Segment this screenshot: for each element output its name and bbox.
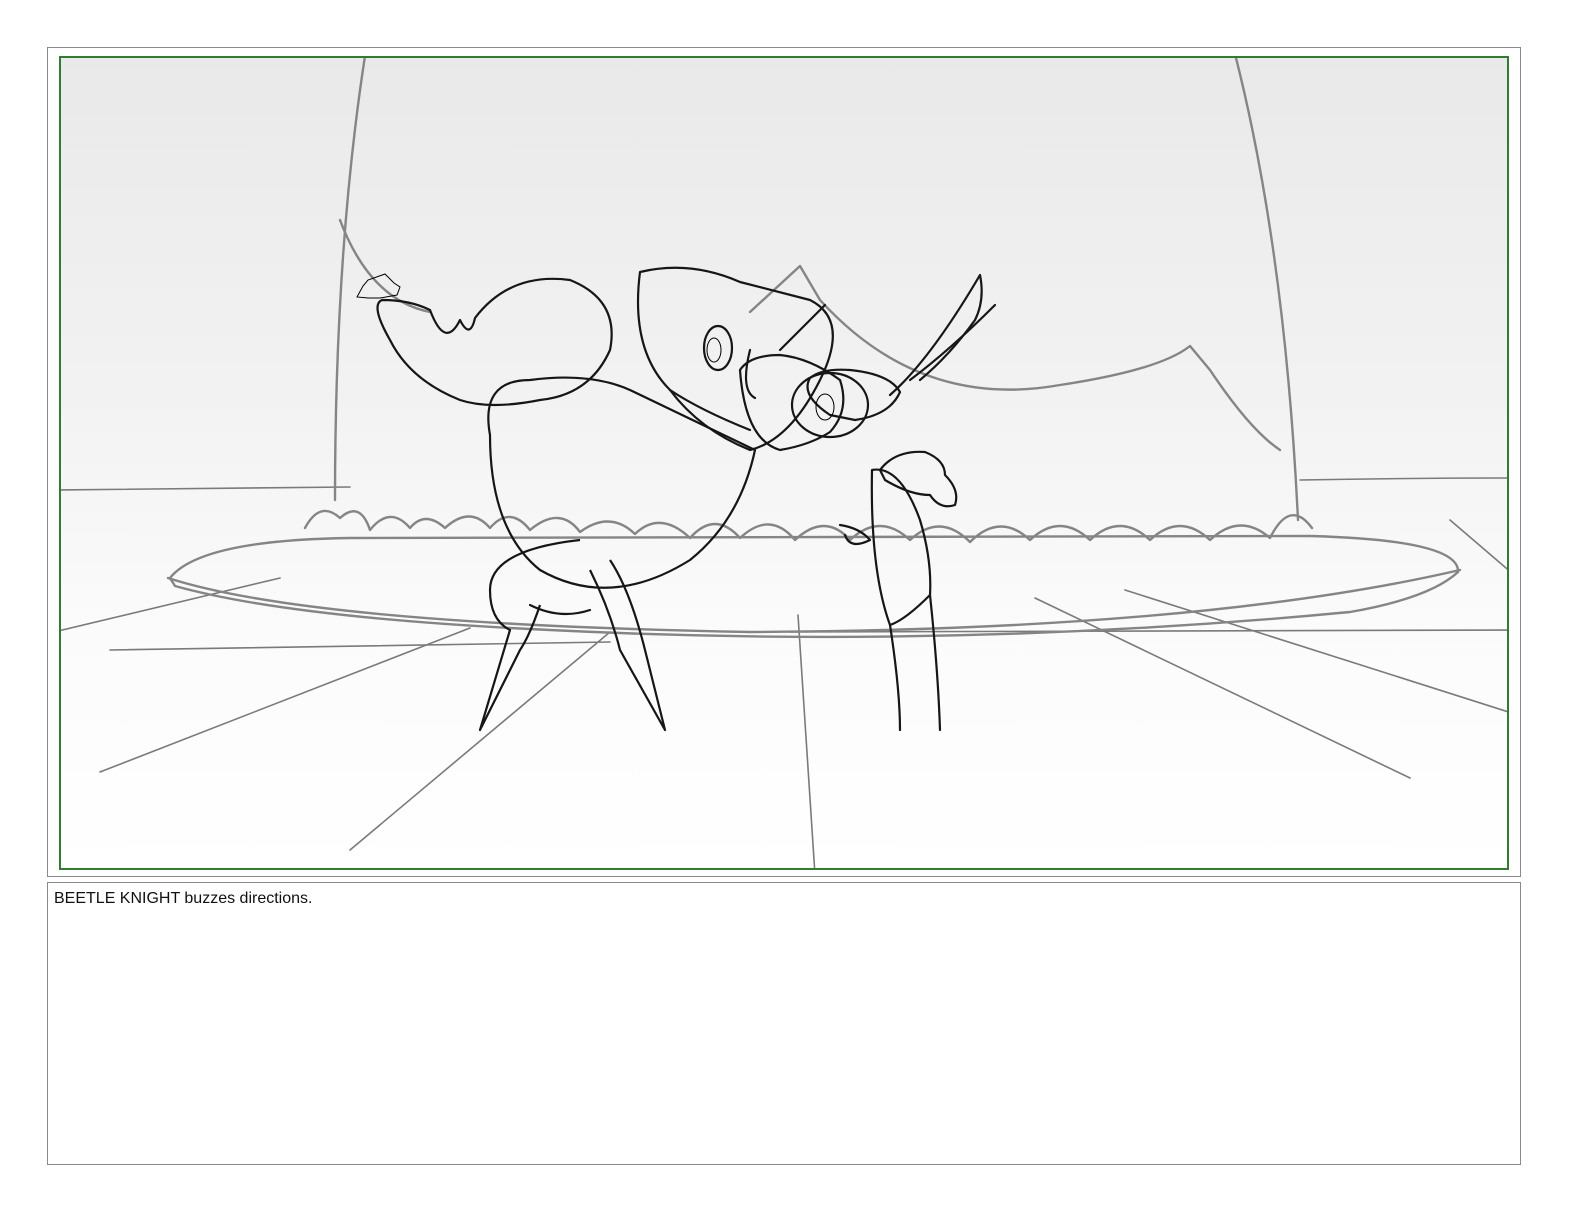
action-notes-box: BEETLE KNIGHT buzzes directions. — [47, 882, 1521, 1165]
panel-safe-area — [59, 56, 1509, 870]
stage-curtains — [333, 58, 1300, 522]
storyboard-sketch — [61, 58, 1507, 868]
beetle-knight-character — [356, 266, 834, 732]
circular-stage — [166, 509, 1462, 639]
storyboard-panel — [47, 47, 1521, 877]
action-notes-text: BEETLE KNIGHT buzzes directions. — [54, 890, 313, 907]
